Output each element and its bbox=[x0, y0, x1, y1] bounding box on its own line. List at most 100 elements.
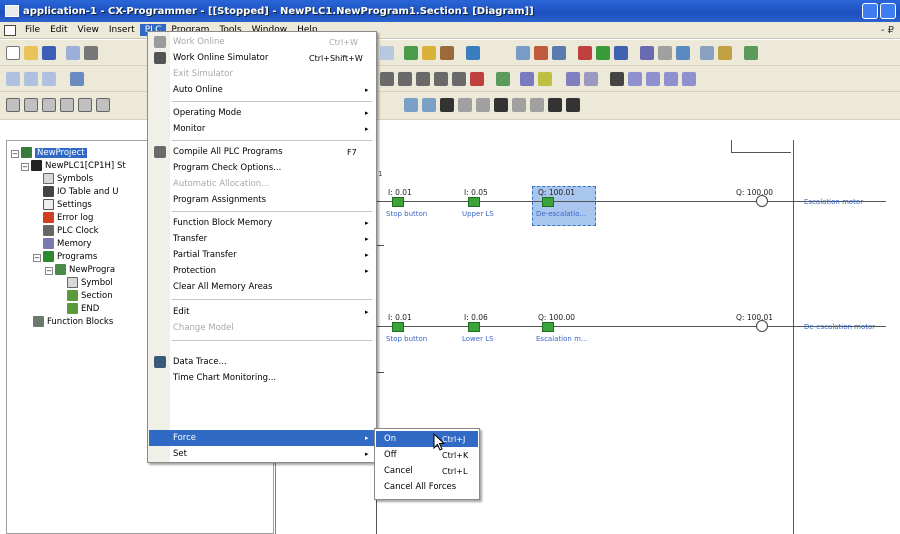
cross-reference-icon[interactable] bbox=[584, 72, 598, 86]
menu-item-program-check-options[interactable]: Program Check Options... bbox=[149, 160, 375, 176]
go-to-end-icon[interactable] bbox=[566, 98, 580, 112]
tree-item-io-table[interactable]: IO Table and U bbox=[43, 186, 119, 197]
step-out-icon[interactable] bbox=[530, 98, 544, 112]
minimize-button[interactable] bbox=[862, 3, 878, 19]
mdi-controls[interactable]: - ₽ bbox=[881, 25, 894, 36]
diagram-view-icon[interactable] bbox=[610, 72, 624, 86]
menu-insert[interactable]: Insert bbox=[104, 24, 140, 36]
menu-item-operating-mode[interactable]: Operating Mode ▸ bbox=[149, 105, 375, 121]
compare-plc-icon[interactable] bbox=[552, 46, 566, 60]
cascade-icon[interactable] bbox=[24, 98, 38, 112]
or-contact-icon[interactable] bbox=[416, 72, 430, 86]
instruction-icon[interactable] bbox=[496, 72, 510, 86]
menu-item-partial-transfer[interactable]: Partial Transfer ▸ bbox=[149, 247, 375, 263]
output-icon[interactable] bbox=[664, 72, 678, 86]
settings-button-icon[interactable] bbox=[658, 46, 672, 60]
tree-item-error-log[interactable]: Error log bbox=[43, 212, 93, 223]
tree-item-programs[interactable]: Programs bbox=[43, 251, 97, 262]
tree-item-project[interactable]: NewProject bbox=[21, 147, 87, 158]
tree-item-plc-clock[interactable]: PLC Clock bbox=[43, 225, 99, 236]
monitor-mode-icon[interactable] bbox=[596, 46, 610, 60]
menu-item-force-off[interactable]: Off Ctrl+K bbox=[376, 447, 478, 463]
menu-item-protection[interactable]: Protection ▸ bbox=[149, 263, 375, 279]
select-icon[interactable] bbox=[380, 46, 394, 60]
properties-icon[interactable] bbox=[96, 98, 110, 112]
horizontal-line-icon[interactable] bbox=[452, 72, 466, 86]
clock-button-icon[interactable] bbox=[700, 46, 714, 60]
tree-item-settings[interactable]: Settings bbox=[43, 199, 92, 210]
rung-2-contact-lower-ls[interactable] bbox=[468, 322, 480, 332]
rung-1-contact-upper-ls[interactable] bbox=[468, 197, 480, 207]
tree-item-end[interactable]: END bbox=[67, 303, 99, 314]
split-icon[interactable] bbox=[78, 98, 92, 112]
rung-1-output-coil[interactable] bbox=[756, 195, 768, 207]
new-icon[interactable] bbox=[6, 46, 20, 60]
tree-item-symbols[interactable]: Symbols bbox=[43, 173, 93, 184]
pause-icon[interactable] bbox=[458, 98, 472, 112]
expand-toggle[interactable]: − bbox=[11, 150, 19, 158]
contact-nc-icon[interactable] bbox=[398, 72, 412, 86]
rung-2-output-coil[interactable] bbox=[756, 320, 768, 332]
vertical-line-icon[interactable] bbox=[434, 72, 448, 86]
compare-icon[interactable] bbox=[440, 46, 454, 60]
rung-1-contact-de-escalation[interactable] bbox=[542, 197, 554, 207]
transfer-from-plc-icon[interactable] bbox=[534, 46, 548, 60]
menu-file[interactable]: File bbox=[20, 24, 45, 36]
save-icon[interactable] bbox=[42, 46, 56, 60]
tree-item-function-blocks[interactable]: Function Blocks bbox=[33, 316, 113, 327]
print-preview-icon[interactable] bbox=[66, 46, 80, 60]
open-icon[interactable] bbox=[24, 46, 38, 60]
menu-item-cancel-all-forces[interactable]: Cancel All Forces bbox=[376, 479, 478, 495]
maximize-button[interactable] bbox=[880, 3, 896, 19]
zoom-in-icon[interactable] bbox=[6, 72, 20, 86]
memory-button-icon[interactable] bbox=[676, 46, 690, 60]
expand-toggle[interactable]: − bbox=[21, 163, 29, 171]
contact-no-icon[interactable] bbox=[380, 72, 394, 86]
program-mode-icon[interactable] bbox=[614, 46, 628, 60]
watch-icon[interactable] bbox=[646, 72, 660, 86]
project-window-icon[interactable] bbox=[682, 72, 696, 86]
menu-item-force-on[interactable]: On Ctrl+J bbox=[376, 431, 478, 447]
online-icon[interactable] bbox=[404, 46, 418, 60]
io-table-button-icon[interactable] bbox=[640, 46, 654, 60]
transfer-to-plc-icon[interactable] bbox=[516, 46, 530, 60]
tree-item-section[interactable]: Section bbox=[67, 290, 113, 301]
tree-item-plc[interactable]: NewPLC1[CP1H] St bbox=[31, 160, 126, 171]
menu-item-automatic-allocation[interactable]: Automatic Allocation... bbox=[149, 176, 375, 192]
rung-2-contact-stop[interactable] bbox=[392, 322, 404, 332]
menu-item-monitor[interactable]: Monitor ▸ bbox=[149, 121, 375, 137]
rung-1-contact-stop[interactable] bbox=[392, 197, 404, 207]
print-icon[interactable] bbox=[84, 46, 98, 60]
menu-item-edit[interactable]: Edit ▸ bbox=[149, 304, 375, 320]
zoom-out-icon[interactable] bbox=[24, 72, 38, 86]
menu-item-function-block-memory[interactable]: Function Block Memory ▸ bbox=[149, 215, 375, 231]
step-icon[interactable] bbox=[494, 98, 508, 112]
menu-item-exit-simulator[interactable]: Exit Simulator bbox=[149, 66, 375, 82]
tree-item-memory[interactable]: Memory bbox=[43, 238, 92, 249]
expand-toggle[interactable]: − bbox=[45, 267, 53, 275]
menu-item-force-cancel[interactable]: Cancel Ctrl+L bbox=[376, 463, 478, 479]
run-mode-icon[interactable] bbox=[578, 46, 592, 60]
menu-item-set[interactable]: Set ▸ bbox=[149, 446, 375, 462]
menu-item-data-trace[interactable]: Data Trace... bbox=[149, 354, 375, 370]
window-layout-icon[interactable] bbox=[6, 98, 20, 112]
online-edit-icon[interactable] bbox=[404, 98, 418, 112]
arrange-icon[interactable] bbox=[60, 98, 74, 112]
menu-item-compile-all[interactable]: Compile All PLC Programs F7 bbox=[149, 144, 375, 160]
rung-2-contact-escalation[interactable] bbox=[542, 322, 554, 332]
tree-item-new-program[interactable]: NewProgra bbox=[55, 264, 115, 275]
menu-item-change-model[interactable]: Change Model bbox=[149, 320, 375, 336]
monitor-icon[interactable] bbox=[422, 46, 436, 60]
tile-icon[interactable] bbox=[42, 98, 56, 112]
find-icon[interactable] bbox=[70, 72, 84, 86]
pt-icon[interactable] bbox=[520, 72, 534, 86]
send-changes-icon[interactable] bbox=[422, 98, 436, 112]
stop-icon[interactable] bbox=[476, 98, 490, 112]
menu-edit[interactable]: Edit bbox=[45, 24, 72, 36]
menu-item-work-online[interactable]: Work Online Ctrl+W bbox=[149, 34, 375, 50]
tree-item-program-symbols[interactable]: Symbol bbox=[67, 277, 113, 288]
mnemonic-view-icon[interactable] bbox=[628, 72, 642, 86]
symbol-table-icon[interactable] bbox=[566, 72, 580, 86]
play-icon[interactable] bbox=[440, 98, 454, 112]
menu-item-auto-online[interactable]: Auto Online ▸ bbox=[149, 82, 375, 98]
